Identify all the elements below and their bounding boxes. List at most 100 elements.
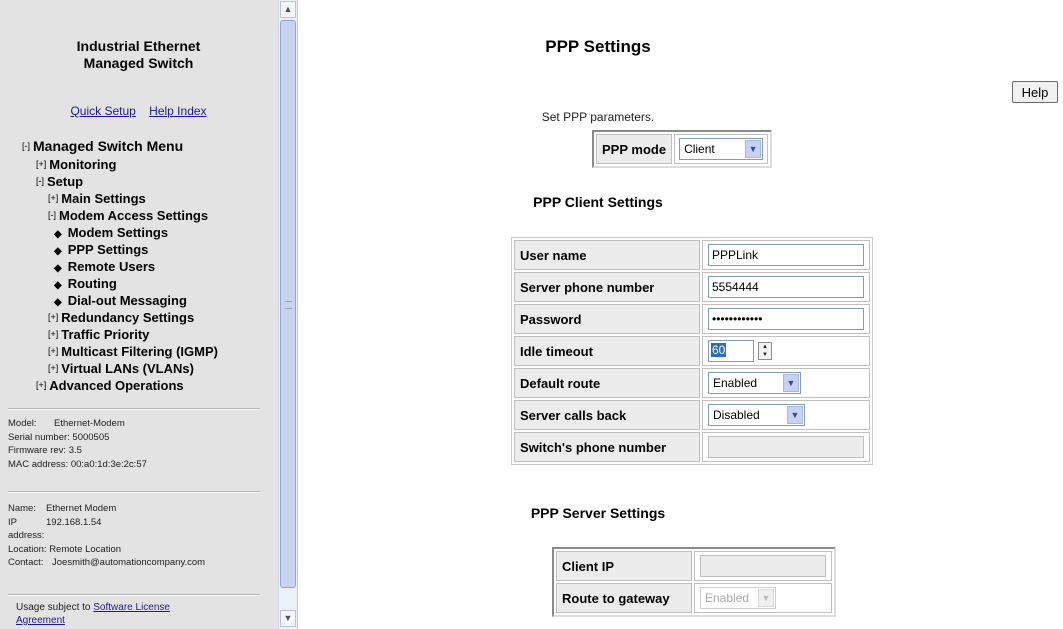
chevron-down-icon[interactable]: ▼ [787, 406, 803, 424]
menu-item-traffic-priority[interactable]: [+] Traffic Priority [22, 326, 218, 343]
ppp-mode-table: PPP mode Client ▼ [592, 130, 773, 168]
default-route-label: Default route [514, 368, 700, 398]
chevron-down-icon: ▼ [758, 589, 774, 607]
server-phone-input[interactable] [708, 276, 864, 298]
menu-item-label: Routing [67, 276, 117, 291]
server-calls-back-value: Disabled [713, 408, 760, 422]
main-content: PPP Settings Help Set PPP parameters. PP… [298, 0, 1063, 629]
client-ip-label: Client IP [556, 551, 692, 581]
ip-label-cont: address: [8, 530, 45, 541]
ppp-mode-label: PPP mode [596, 134, 673, 164]
scroll-thumb[interactable] [280, 20, 296, 588]
device-info: Model: Ethernet-Modem Serial number: 5000… [8, 417, 147, 471]
route-to-gateway-value: Enabled [705, 591, 750, 605]
expand-toggle-icon[interactable]: [+] [36, 159, 46, 169]
menu-item-label: Redundancy Settings [61, 310, 195, 325]
product-title-line-2: Managed Switch [83, 55, 194, 71]
spinner-icon[interactable]: ▲ ▼ [758, 342, 772, 360]
help-button[interactable]: Help [1012, 81, 1058, 103]
menu-item-advanced-operations[interactable]: [+] Advanced Operations [22, 377, 218, 394]
software-license-link-cont[interactable]: Agreement [16, 615, 65, 626]
help-index-link[interactable]: Help Index [149, 104, 206, 118]
scroll-up-arrow-icon[interactable]: ▲ [280, 1, 296, 18]
bullet-icon: ◆ [54, 263, 62, 274]
route-to-gateway-select: Enabled ▼ [700, 587, 776, 609]
server-calls-back-select[interactable]: Disabled ▼ [708, 404, 805, 426]
sidebar-scrollbar[interactable]: ▲ ▼ [278, 0, 297, 629]
ip-label: IP [8, 516, 17, 528]
product-title-line-1: Industrial Ethernet [76, 38, 201, 54]
menu-item-label: PPP Settings [67, 242, 149, 257]
contact-label: Contact: [8, 557, 44, 568]
idle-timeout-label: Idle timeout [514, 336, 700, 366]
menu-item-ppp-settings[interactable]: ◆ PPP Settings [22, 241, 218, 258]
menu-item-label: Virtual LANs (VLANs) [61, 361, 194, 376]
usage-note: Usage subject to Software License Agreem… [16, 601, 256, 627]
menu-item-modem-settings[interactable]: ◆ Modem Settings [22, 224, 218, 241]
ppp-mode-select[interactable]: Client ▼ [679, 138, 764, 160]
divider [8, 408, 260, 410]
ip-value: 192.168.1.54 [46, 516, 102, 528]
menu-item-label: Modem Settings [67, 225, 169, 240]
server-calls-back-label: Server calls back [514, 400, 700, 430]
name-value: Ethernet Modem [46, 503, 117, 514]
menu-item-setup[interactable]: [-] Setup [22, 173, 218, 190]
menu-item-main-settings[interactable]: [+] Main Settings [22, 190, 218, 207]
user-name-input[interactable] [708, 244, 864, 266]
menu-item-routing[interactable]: ◆ Routing [22, 275, 218, 292]
default-route-select[interactable]: Enabled ▼ [708, 372, 801, 394]
grip-icon [285, 301, 292, 309]
quick-setup-link[interactable]: Quick Setup [70, 104, 135, 118]
menu-item-dial-out-messaging[interactable]: ◆ Dial-out Messaging [22, 292, 218, 309]
bullet-icon: ◆ [54, 280, 62, 291]
collapse-toggle-icon[interactable]: [-] [36, 176, 44, 186]
name-label: Name: [8, 503, 36, 514]
expand-toggle-icon[interactable]: [+] [36, 380, 46, 390]
menu-item-label: Managed Switch Menu [33, 138, 184, 154]
switch-phone-label: Switch's phone number [514, 432, 700, 462]
menu-item-multicast-filtering[interactable]: [+] Multicast Filtering (IGMP) [22, 343, 218, 360]
idle-timeout-input[interactable]: 60 [708, 340, 754, 362]
bullet-icon: ◆ [54, 246, 62, 257]
menu-item-managed-switch-menu[interactable]: [-] Managed Switch Menu [22, 138, 218, 156]
menu-item-label: Monitoring [49, 157, 117, 172]
software-license-link[interactable]: Software License [93, 602, 170, 613]
chevron-down-icon[interactable]: ▼ [783, 374, 799, 392]
expand-toggle-icon[interactable]: [+] [48, 346, 58, 356]
menu-item-remote-users[interactable]: ◆ Remote Users [22, 258, 218, 275]
server-section-title: PPP Server Settings [530, 505, 666, 521]
menu-item-label: Traffic Priority [61, 327, 150, 342]
expand-toggle-icon[interactable]: [+] [48, 329, 58, 339]
route-to-gateway-label: Route to gateway [556, 583, 692, 613]
contact-row: Contact: Joesmith@automationcompany.com [8, 556, 205, 570]
menu-item-virtual-lans[interactable]: [+] Virtual LANs (VLANs) [22, 360, 218, 377]
divider [8, 491, 260, 493]
menu-item-modem-access-settings[interactable]: [-] Modem Access Settings [22, 207, 218, 224]
scroll-down-arrow-icon[interactable]: ▼ [280, 610, 296, 627]
menu-tree: [-] Managed Switch Menu [+] Monitoring [-]… [22, 138, 218, 394]
client-section-title: PPP Client Settings [533, 194, 663, 210]
mac-address: MAC address: 00:a0:1d:3e:2c:57 [8, 458, 147, 470]
password-input[interactable] [708, 308, 864, 330]
chevron-down-icon[interactable]: ▼ [745, 140, 762, 158]
product-title: Industrial Ethernet Managed Switch [0, 38, 277, 72]
table-row: User name [514, 240, 870, 270]
contact-value: Joesmith@automationcompany.com [52, 557, 206, 568]
menu-item-label: Main Settings [61, 191, 146, 206]
quick-links: Quick Setup Help Index [0, 104, 277, 118]
idle-timeout-value: 60 [711, 343, 727, 357]
menu-item-monitoring[interactable]: [+] Monitoring [22, 156, 218, 173]
serial-number: Serial number: 5000505 [8, 431, 110, 443]
table-row: Server calls back Disabled ▼ [514, 400, 870, 430]
client-ip-input [700, 555, 826, 577]
expand-toggle-icon[interactable]: [+] [48, 193, 58, 203]
page-title: PPP Settings [545, 37, 651, 56]
collapse-toggle-icon[interactable]: [-] [48, 210, 56, 220]
spin-down-icon[interactable]: ▼ [759, 351, 771, 359]
menu-item-label: Advanced Operations [49, 378, 184, 393]
spin-up-icon[interactable]: ▲ [759, 343, 771, 351]
expand-toggle-icon[interactable]: [+] [48, 363, 58, 373]
expand-toggle-icon[interactable]: [+] [48, 312, 58, 322]
collapse-toggle-icon[interactable]: [-] [22, 141, 30, 151]
menu-item-redundancy-settings[interactable]: [+] Redundancy Settings [22, 309, 218, 326]
